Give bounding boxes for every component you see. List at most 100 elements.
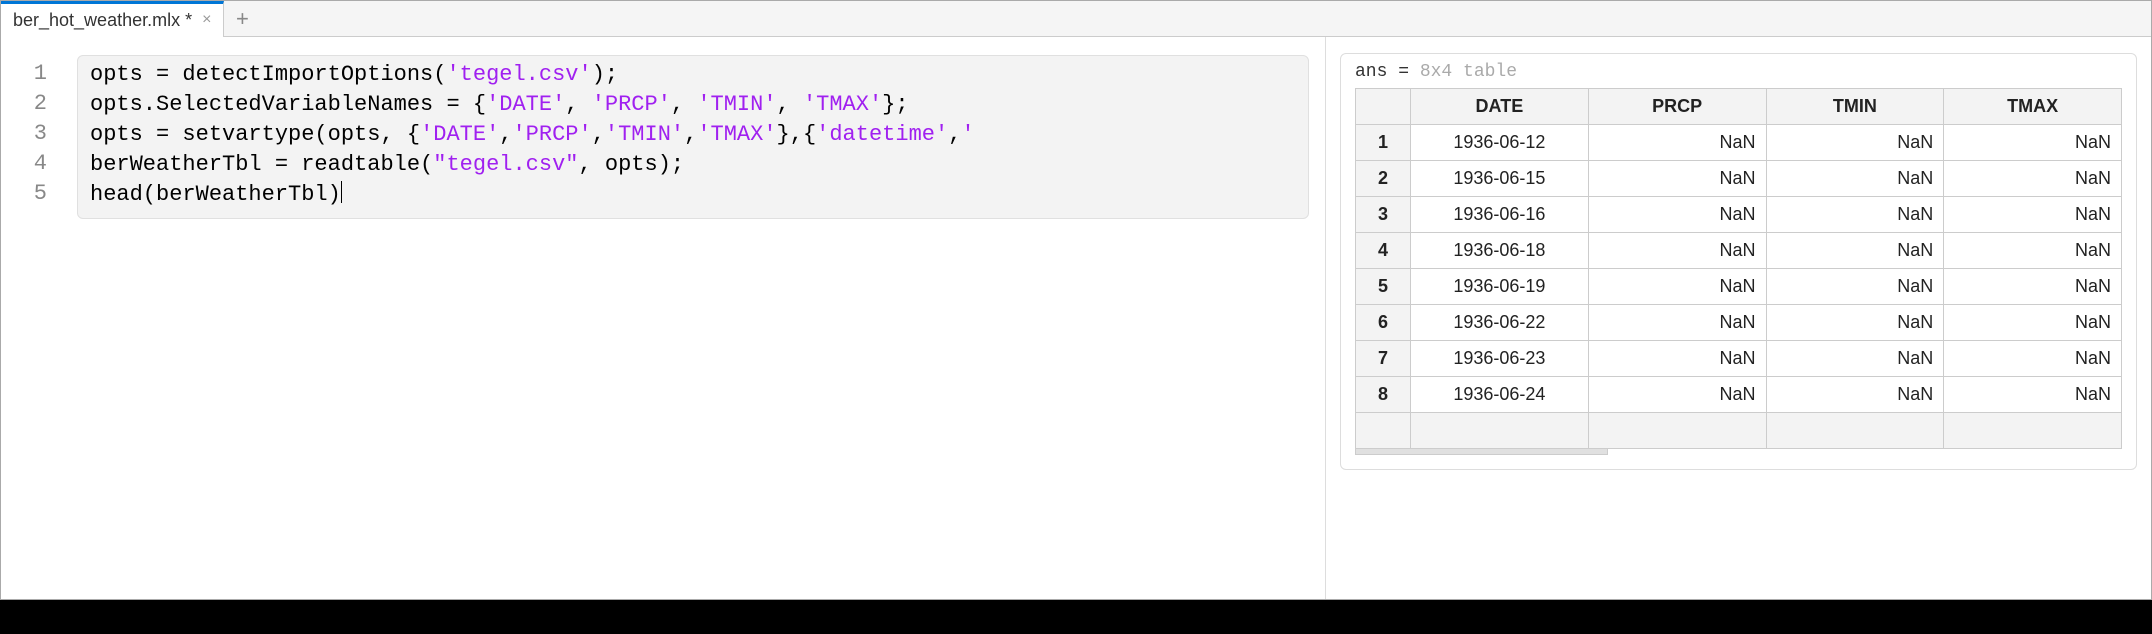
code-token: , (671, 92, 697, 117)
output-box: ans = 8x4 table DATE PRCP TMIN TMAX 1193… (1340, 53, 2137, 470)
cell-tmin[interactable]: NaN (1766, 233, 1944, 269)
output-table[interactable]: DATE PRCP TMIN TMAX 11936-06-12NaNNaNNaN… (1355, 88, 2122, 449)
cell-tmax[interactable]: NaN (1944, 161, 2122, 197)
tab-file[interactable]: ber_hot_weather.mlx * × (1, 1, 224, 37)
table-row[interactable]: 41936-06-18NaNNaNNaN (1356, 233, 2122, 269)
tab-bar: ber_hot_weather.mlx * × + (1, 1, 2151, 37)
footer-cell (1766, 413, 1944, 449)
table-row[interactable]: 81936-06-24NaNNaNNaN (1356, 377, 2122, 413)
string-token: 'DATE' (486, 92, 565, 117)
code-line[interactable]: berWeatherTbl = readtable("tegel.csv", o… (90, 150, 1296, 180)
editor-window: ber_hot_weather.mlx * × + 12345 opts = d… (0, 0, 2152, 600)
cell-date[interactable]: 1936-06-19 (1411, 269, 1589, 305)
code-token: opts = setvartype(opts, { (90, 122, 420, 147)
cell-tmax[interactable]: NaN (1944, 233, 2122, 269)
cell-tmax[interactable]: NaN (1944, 305, 2122, 341)
cell-prcp[interactable]: NaN (1588, 269, 1766, 305)
table-row[interactable]: 71936-06-23NaNNaNNaN (1356, 341, 2122, 377)
cell-tmax[interactable]: NaN (1944, 341, 2122, 377)
code-token: head(berWeatherTbl) (90, 182, 341, 207)
code-line[interactable]: opts.SelectedVariableNames = {'DATE', 'P… (90, 90, 1296, 120)
cell-date[interactable]: 1936-06-22 (1411, 305, 1589, 341)
cell-prcp[interactable]: NaN (1588, 197, 1766, 233)
cell-prcp[interactable]: NaN (1588, 377, 1766, 413)
row-number: 8 (1356, 377, 1411, 413)
cell-tmax[interactable]: NaN (1944, 125, 2122, 161)
bottom-black-strip (0, 600, 2152, 634)
line-number: 2 (1, 89, 61, 119)
line-number: 3 (1, 119, 61, 149)
row-number: 7 (1356, 341, 1411, 377)
cell-date[interactable]: 1936-06-15 (1411, 161, 1589, 197)
line-number: 1 (1, 59, 61, 89)
code-line[interactable]: head(berWeatherTbl) (90, 180, 1296, 210)
cell-prcp[interactable]: NaN (1588, 161, 1766, 197)
cell-prcp[interactable]: NaN (1588, 125, 1766, 161)
cell-prcp[interactable]: NaN (1588, 341, 1766, 377)
row-number: 1 (1356, 125, 1411, 161)
cell-tmin[interactable]: NaN (1766, 377, 1944, 413)
code-token: , (565, 92, 591, 117)
row-number: 2 (1356, 161, 1411, 197)
cell-tmax[interactable]: NaN (1944, 269, 2122, 305)
table-row[interactable]: 51936-06-19NaNNaNNaN (1356, 269, 2122, 305)
code-token: ); (592, 62, 618, 87)
cell-tmax[interactable]: NaN (1944, 197, 2122, 233)
line-number-gutter: 12345 (1, 37, 61, 599)
close-icon[interactable]: × (202, 11, 211, 29)
code-area[interactable]: opts = detectImportOptions('tegel.csv');… (61, 37, 1325, 599)
cell-tmin[interactable]: NaN (1766, 269, 1944, 305)
string-token: 'TMIN' (697, 92, 776, 117)
footer-cell (1588, 413, 1766, 449)
row-number: 5 (1356, 269, 1411, 305)
cell-prcp[interactable]: NaN (1588, 233, 1766, 269)
code-token: , opts); (579, 152, 685, 177)
cell-tmin[interactable]: NaN (1766, 197, 1944, 233)
col-header-tmax[interactable]: TMAX (1944, 89, 2122, 125)
table-row[interactable]: 31936-06-16NaNNaNNaN (1356, 197, 2122, 233)
cell-date[interactable]: 1936-06-24 (1411, 377, 1589, 413)
cell-prcp[interactable]: NaN (1588, 305, 1766, 341)
cell-tmin[interactable]: NaN (1766, 305, 1944, 341)
line-number: 5 (1, 179, 61, 209)
cell-date[interactable]: 1936-06-12 (1411, 125, 1589, 161)
string-token: 'TMAX' (803, 92, 882, 117)
string-token: 'tegel.csv' (446, 62, 591, 87)
code-token: , (777, 92, 803, 117)
cell-date[interactable]: 1936-06-23 (1411, 341, 1589, 377)
code-token: , (592, 122, 605, 147)
horizontal-scroll-indicator[interactable] (1355, 449, 1608, 455)
main-area: 12345 opts = detectImportOptions('tegel.… (1, 37, 2151, 599)
table-footer-row (1356, 413, 2122, 449)
code-token: berWeatherTbl = readtable( (90, 152, 433, 177)
text-cursor (341, 181, 342, 203)
add-tab-button[interactable]: + (224, 1, 260, 37)
code-token: opts.SelectedVariableNames = { (90, 92, 486, 117)
ans-type: 8x4 table (1420, 62, 1517, 82)
editor-pane: 12345 opts = detectImportOptions('tegel.… (1, 37, 1326, 599)
col-header-date[interactable]: DATE (1411, 89, 1589, 125)
footer-cell (1944, 413, 2122, 449)
ans-prefix: ans = (1355, 62, 1420, 82)
cell-tmin[interactable]: NaN (1766, 125, 1944, 161)
plus-icon: + (236, 6, 249, 32)
table-row[interactable]: 11936-06-12NaNNaNNaN (1356, 125, 2122, 161)
cell-date[interactable]: 1936-06-18 (1411, 233, 1589, 269)
cell-date[interactable]: 1936-06-16 (1411, 197, 1589, 233)
string-token: 'DATE' (420, 122, 499, 147)
table-row[interactable]: 61936-06-22NaNNaNNaN (1356, 305, 2122, 341)
code-token: },{ (777, 122, 817, 147)
col-header-tmin[interactable]: TMIN (1766, 89, 1944, 125)
string-token: 'TMAX' (697, 122, 776, 147)
table-header-row: DATE PRCP TMIN TMAX (1356, 89, 2122, 125)
code-line[interactable]: opts = setvartype(opts, {'DATE','PRCP','… (90, 120, 1296, 150)
cell-tmin[interactable]: NaN (1766, 341, 1944, 377)
cell-tmin[interactable]: NaN (1766, 161, 1944, 197)
table-row[interactable]: 21936-06-15NaNNaNNaN (1356, 161, 2122, 197)
code-block[interactable]: opts = detectImportOptions('tegel.csv');… (77, 55, 1309, 219)
footer-cell (1411, 413, 1589, 449)
footer-cell (1356, 413, 1411, 449)
col-header-prcp[interactable]: PRCP (1588, 89, 1766, 125)
code-line[interactable]: opts = detectImportOptions('tegel.csv'); (90, 60, 1296, 90)
cell-tmax[interactable]: NaN (1944, 377, 2122, 413)
